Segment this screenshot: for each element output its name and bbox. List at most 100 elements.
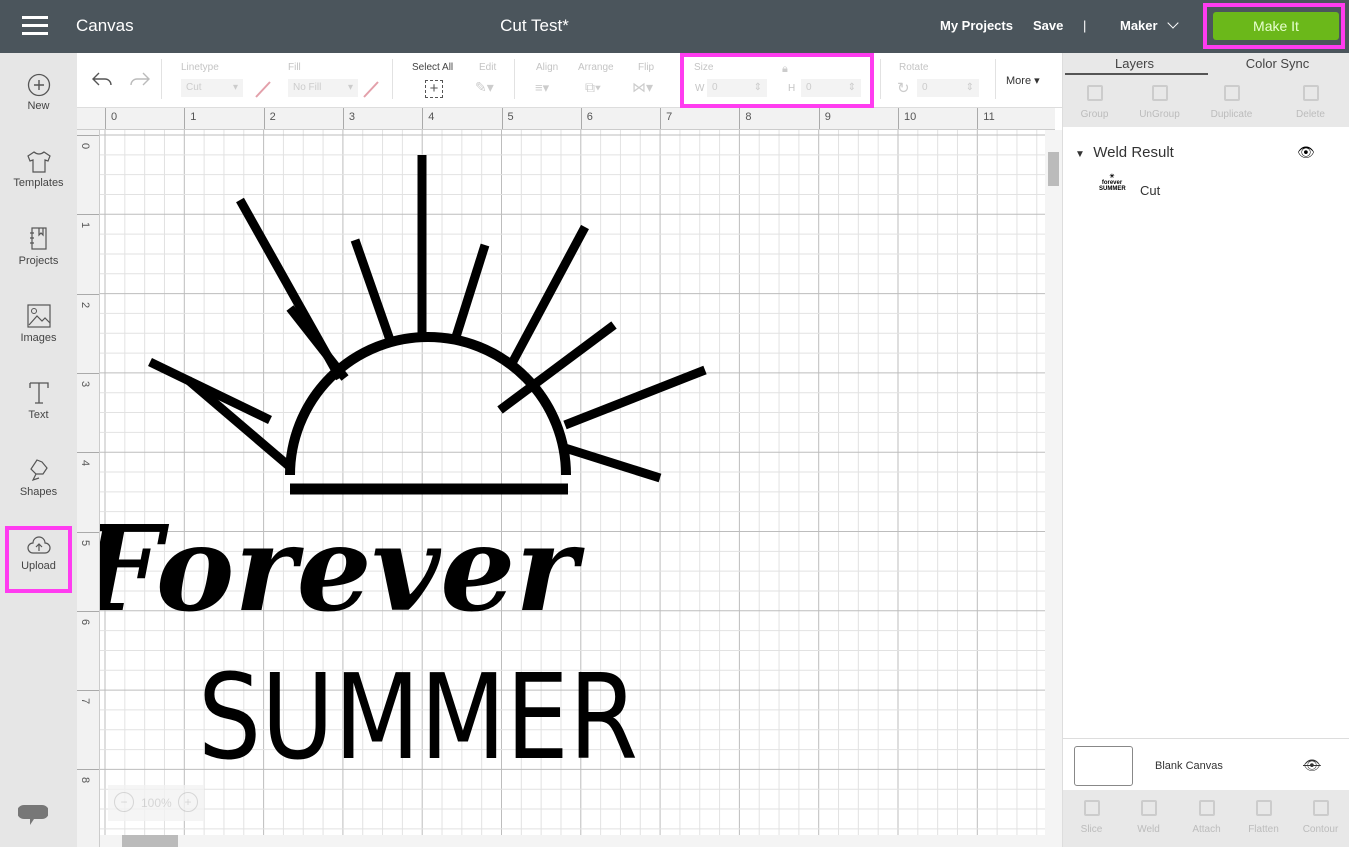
contour-button[interactable]: Contour [1292,800,1349,835]
sidebar-label: Shapes [19,486,58,498]
slice-button[interactable]: Slice [1063,800,1120,835]
redo-icon[interactable] [129,70,151,88]
zoom-out-button[interactable]: − [114,792,134,812]
notebook-icon [29,227,47,250]
size-highlight [680,53,874,108]
linetype-color-swatch[interactable] [253,79,273,99]
caret-down-icon: ▾ [347,82,353,93]
ruler-tick-label: 2 [263,108,276,129]
layer-name[interactable]: Cut [1140,183,1160,198]
top-bar: Canvas Cut Test* My Projects Save | Make… [0,0,1349,53]
caret-down-icon: ▾ [232,82,238,93]
tab-color-sync[interactable]: Color Sync [1206,56,1349,71]
sidebar-item-shapes[interactable]: Shapes [0,457,77,498]
vertical-ruler: 0 1 2 3 4 5 6 7 8 [77,130,100,847]
flip-icon[interactable]: ⋈▾ [632,79,653,96]
weld-result-group[interactable]: ▼ Weld Result [1075,144,1174,161]
delete-button[interactable]: Delete [1282,85,1339,120]
save-link[interactable]: Save [1033,18,1063,33]
linetype-label: Linetype [181,62,219,73]
sidebar-item-images[interactable]: Images [0,303,77,344]
ruler-tick-label: 9 [818,108,831,129]
ruler-tick-label: 3 [77,372,99,390]
ungroup-button[interactable]: UnGroup [1131,85,1188,120]
divider: | [1083,18,1087,33]
layers-list: ▼ Weld Result 👁︎ ☀ forever SUMMER Cut [1063,130,1333,730]
sidebar-item-templates[interactable]: Templates [0,150,77,189]
sun-ray [563,365,707,430]
more-button[interactable]: More ▾ [1006,74,1040,87]
linetype-select[interactable]: Cut ▾ [181,79,243,97]
machine-select[interactable]: Maker [1120,17,1179,33]
ruler-tick-label: 3 [342,108,355,129]
sidebar-item-text[interactable]: Text [0,380,77,421]
sidebar-item-new[interactable]: New [0,73,77,112]
forever-summer-artwork[interactable]: Forever SUMMER [100,130,1045,835]
sidebar-label: New [27,100,50,112]
horizontal-ruler: 0 1 2 3 4 5 6 7 8 9 10 11 [77,108,1055,130]
sidebar-label: Images [20,332,57,344]
blank-canvas-row[interactable]: Blank Canvas 👁︎ [1063,738,1349,790]
arrange-icon[interactable]: ⧉▾ [585,79,601,96]
design-canvas[interactable]: Forever SUMMER [100,130,1045,835]
flatten-button[interactable]: Flatten [1235,800,1292,835]
artwork-line-2: SUMMER [198,648,638,786]
ruler-tick-label: 0 [77,135,99,152]
rotate-value: 0 [922,82,928,93]
ruler-tick-label: 1 [77,214,99,231]
sidebar-item-projects[interactable]: Projects [0,226,77,267]
document-title: Cut Test* [500,16,569,35]
sun-ray [450,243,490,342]
plus-circle-icon [27,73,50,97]
horizontal-scrollbar[interactable] [100,835,1045,847]
attach-button[interactable]: Attach [1178,800,1235,835]
sun-ray [148,357,272,425]
eye-hidden-icon[interactable]: 👁︎ [1303,757,1321,774]
rotate-icon: ↻ [897,80,910,97]
fill-value: No Fill [293,82,322,93]
fill-color-swatch[interactable] [361,79,381,99]
group-button[interactable]: Group [1066,85,1123,120]
eye-icon[interactable]: 👁︎ [1297,144,1315,161]
fill-label: Fill [288,62,301,73]
sidebar-label: Text [28,409,49,421]
arrange-label: Arrange [578,62,614,73]
zoom-in-button[interactable]: + [178,792,198,812]
rotate-input[interactable]: 0 ⇕ [917,79,979,97]
my-projects-link[interactable]: My Projects [940,18,1013,33]
blank-canvas-label: Blank Canvas [1155,760,1223,772]
flip-label: Flip [638,62,655,73]
upload-highlight [5,526,72,593]
ruler-tick-label: 7 [77,690,99,707]
ruler-tick-label: 7 [660,108,672,129]
sun-ray [286,305,349,381]
group-name: Weld Result [1093,144,1174,161]
align-icon[interactable]: ≡▾ [535,80,549,96]
more-label: More [1006,75,1032,87]
fill-select[interactable]: No Fill ▾ [288,79,358,97]
ruler-tick-label: 6 [580,108,593,129]
edit-icon[interactable]: ✎▾ [475,79,494,96]
rotate-label: Rotate [899,62,929,73]
select-all-button[interactable]: + [425,80,443,98]
linetype-value: Cut [186,82,202,93]
sun-ray [350,238,395,342]
weld-button[interactable]: Weld [1120,800,1177,835]
ruler-tick-label: 6 [77,610,99,628]
sun-graphic [148,155,707,495]
ruler-tick-label: 0 [105,108,117,129]
chevron-down-icon [1167,17,1179,29]
vertical-scrollbar[interactable] [1045,130,1062,847]
tab-layers[interactable]: Layers [1063,56,1206,71]
sun-ray [563,443,662,483]
chat-icon[interactable] [18,803,48,831]
canvas-color-swatch[interactable] [1074,746,1133,786]
ruler-tick-label: 5 [501,108,514,129]
select-all-label: Select All [412,62,454,73]
align-label: Align [536,62,559,73]
undo-icon[interactable] [91,70,113,88]
machine-label: Maker [1120,18,1158,33]
duplicate-button[interactable]: Duplicate [1203,85,1260,120]
ruler-tick-label: 10 [898,108,916,129]
make-it-button[interactable]: Make It [1213,12,1339,40]
